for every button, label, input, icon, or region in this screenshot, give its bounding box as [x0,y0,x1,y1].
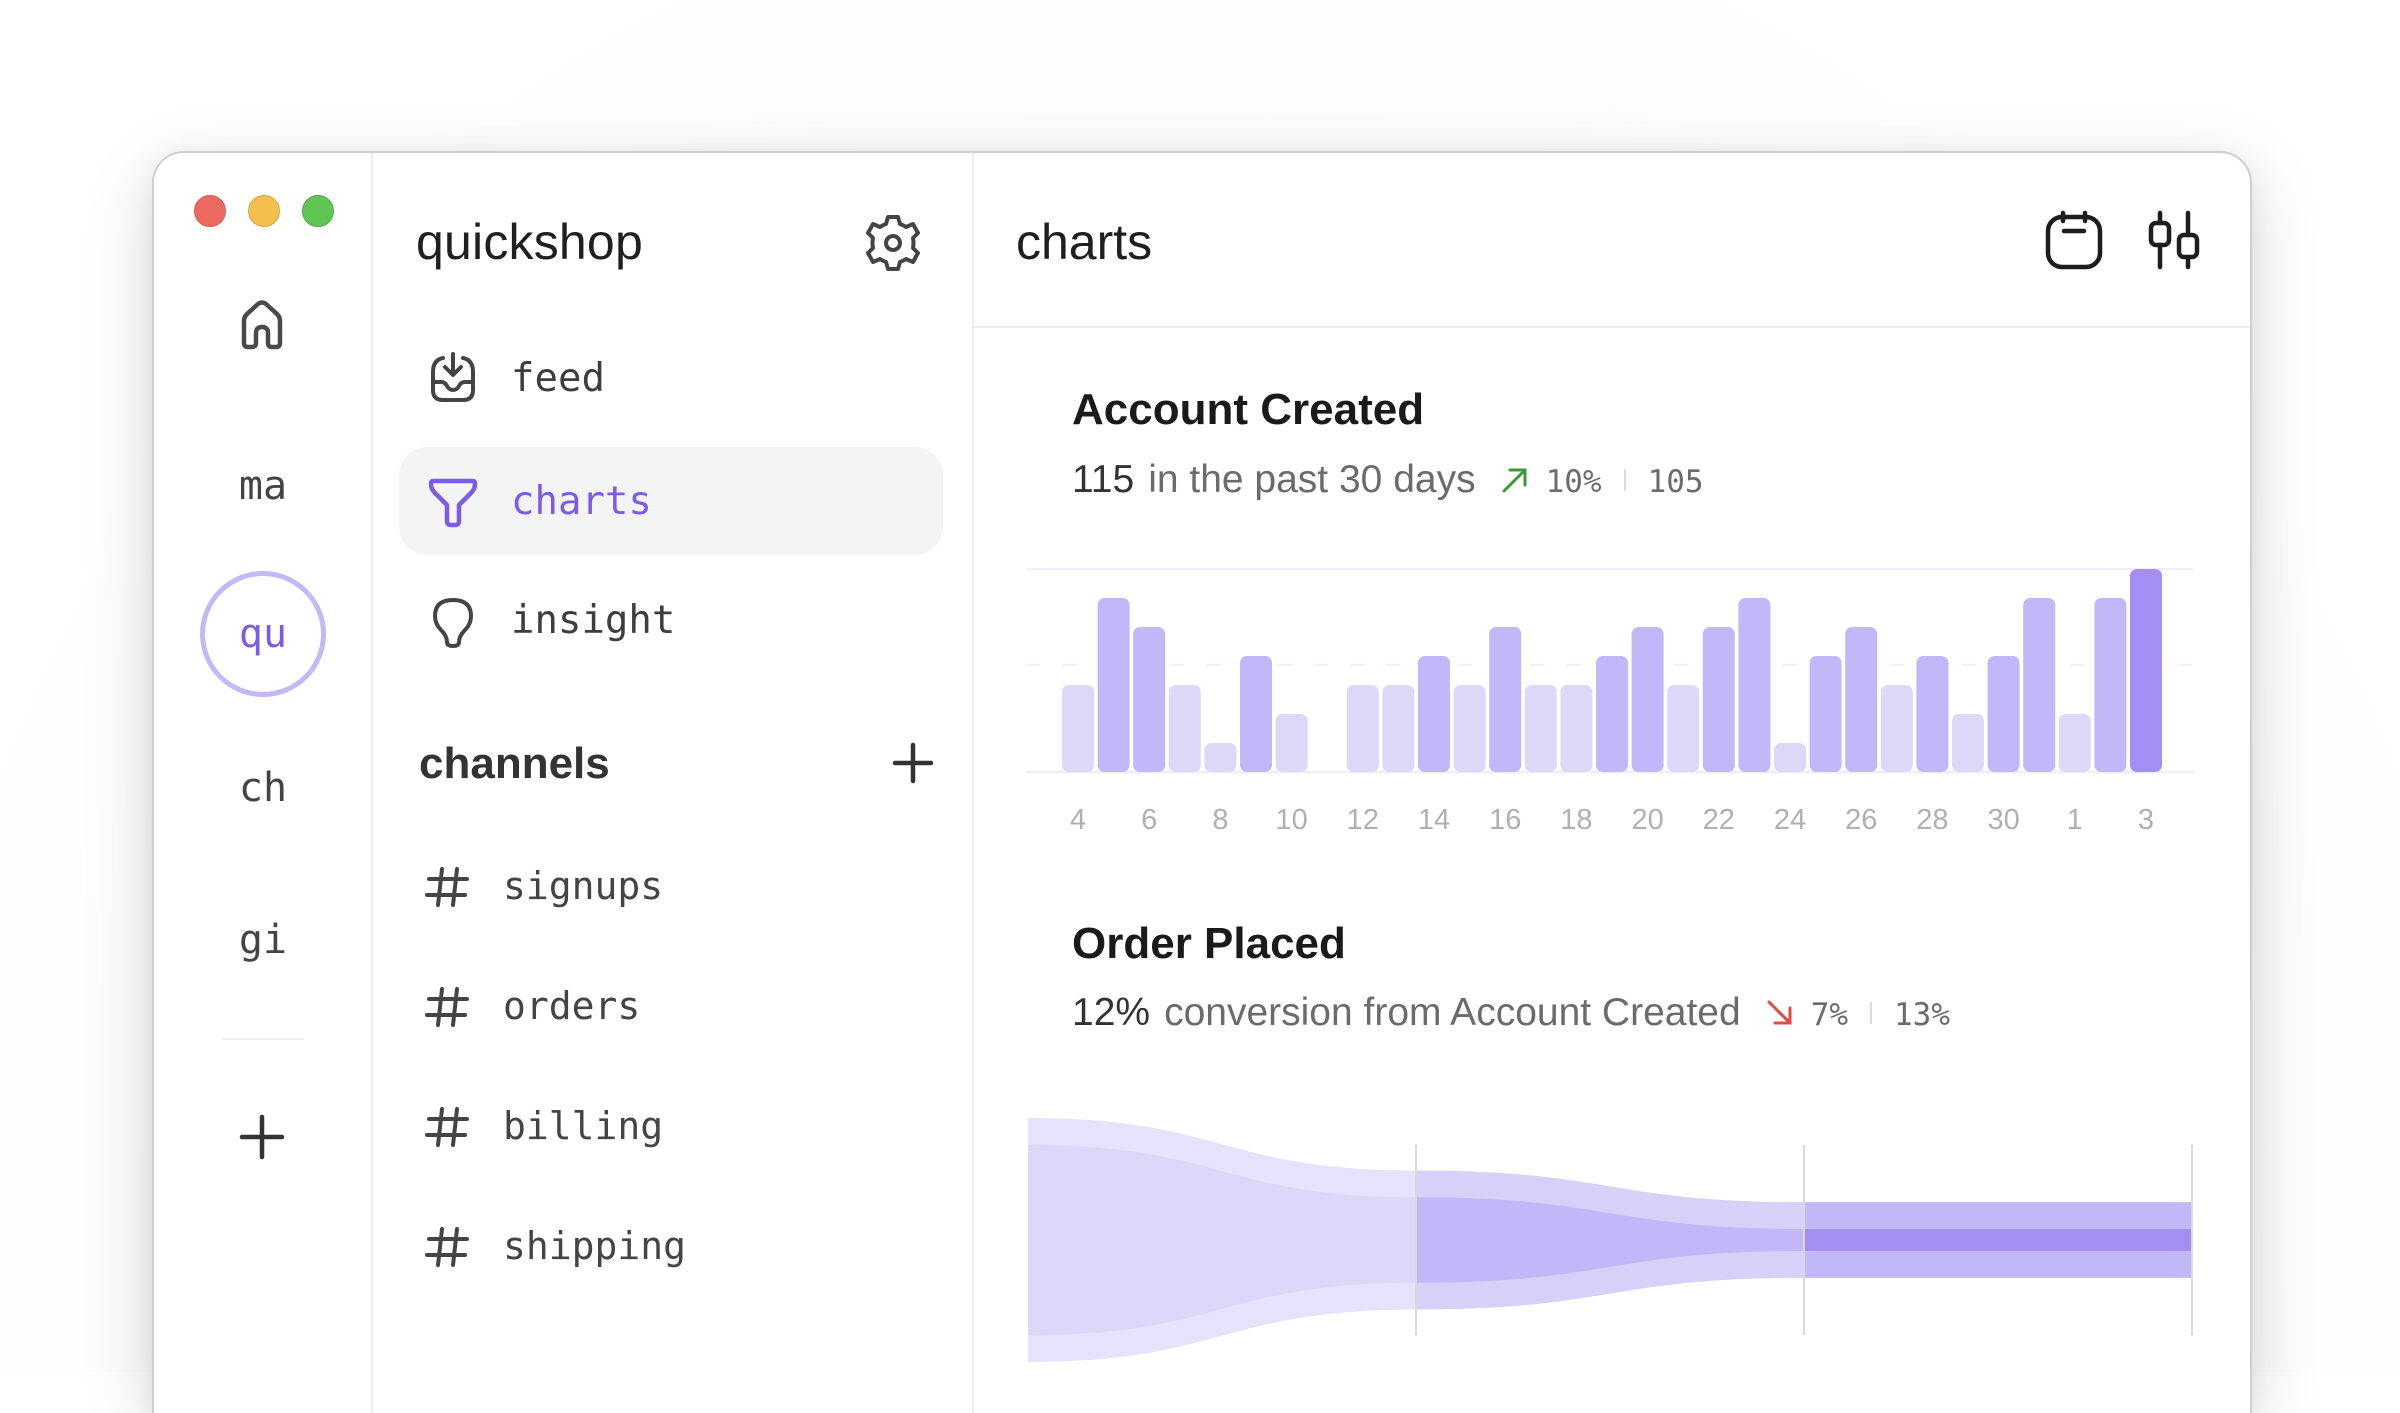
funnel-inner-stage-3 [1804,1229,2192,1251]
add-channel-button[interactable] [888,738,938,788]
workspace-qu[interactable]: qu [200,571,326,697]
workspace-name: quickshop [416,214,643,270]
sidebar: quickshop feed charts insight channels s… [373,153,974,1413]
gear-icon [866,215,920,271]
rail-divider [222,1038,304,1040]
minimize-window-button[interactable] [248,195,280,227]
plus-icon [892,742,934,784]
home-icon[interactable] [230,293,294,357]
main-panel: charts Account Created 115 in the past 3… [974,153,2250,1413]
hash-icon [423,1221,473,1271]
channel-label: signups [503,864,664,908]
order-placed-funnel-chart [1028,1118,2193,1362]
channel-orders[interactable]: orders [423,971,640,1041]
workspace-ma[interactable]: ma [200,423,326,549]
nav-charts[interactable]: charts [399,447,943,555]
add-workspace-button[interactable] [236,1111,288,1163]
nav-feed[interactable]: feed [399,324,943,432]
nav-charts-label: charts [511,478,652,524]
nav-insight-label: insight [511,597,676,643]
channel-label: shipping [503,1224,687,1268]
workspace-ch[interactable]: ch [200,725,326,851]
channel-billing[interactable]: billing [423,1091,663,1161]
channel-shipping[interactable]: shipping [423,1211,686,1281]
settings-button[interactable] [861,211,925,275]
hash-icon [423,981,473,1031]
channel-label: orders [503,984,641,1028]
hash-icon [423,1101,473,1151]
workspace-rail: ma qu ch gi [154,153,373,1413]
funnel-icon [425,473,481,529]
zoom-window-button[interactable] [302,195,334,227]
channel-label: billing [503,1104,664,1148]
workspace-gi[interactable]: gi [200,877,326,1003]
lightbulb-icon [425,592,481,648]
hash-icon [423,861,473,911]
channels-heading: channels [419,739,610,788]
close-window-button[interactable] [194,195,226,227]
app-window: ma qu ch gi quickshop feed charts insigh… [152,151,2252,1413]
nav-insight[interactable]: insight [399,566,943,674]
nav-feed-label: feed [511,355,605,401]
channel-signups[interactable]: signups [423,851,663,921]
plus-icon [239,1114,285,1160]
inbox-download-icon [425,350,481,406]
